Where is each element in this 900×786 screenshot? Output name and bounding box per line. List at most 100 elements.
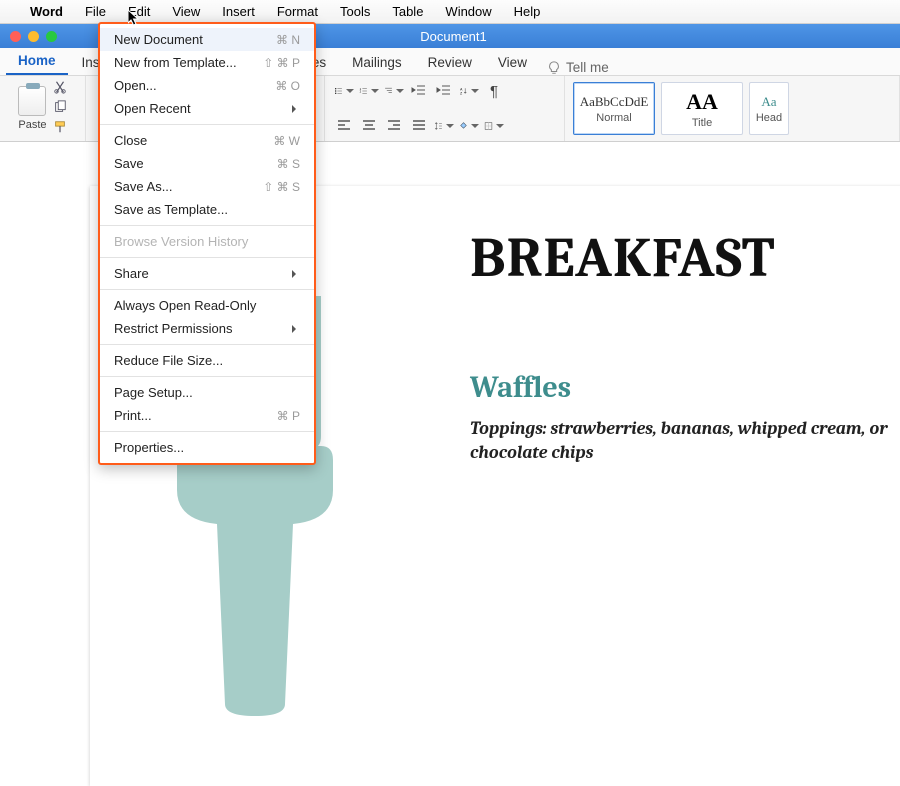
menu-item-shortcut: ⇧ ⌘ S (263, 180, 300, 194)
styles-group: AaBbCcDdE Normal AA Title Aa Head (565, 76, 900, 141)
tab-review[interactable]: Review (416, 50, 484, 75)
menu-item-shortcut: ⌘ S (277, 157, 300, 171)
menubar-app[interactable]: Word (20, 2, 73, 21)
style-name: Normal (596, 112, 631, 124)
file-menu-item[interactable]: Share (100, 262, 314, 285)
style-preview: AA (686, 89, 718, 115)
mouse-cursor-icon (128, 10, 140, 27)
menubar-insert[interactable]: Insert (212, 2, 265, 21)
file-menu-item[interactable]: Reduce File Size... (100, 349, 314, 372)
submenu-arrow-icon (292, 321, 300, 336)
menu-separator (100, 431, 314, 432)
submenu-arrow-icon (292, 101, 300, 116)
menu-separator (100, 225, 314, 226)
menubar-format[interactable]: Format (267, 2, 328, 21)
tell-me[interactable]: Tell me (547, 60, 609, 75)
file-menu-item[interactable]: New Document ⌘ N (100, 28, 314, 51)
menu-item-label: Close (114, 133, 147, 148)
file-menu-item[interactable]: Save As... ⇧ ⌘ S (100, 175, 314, 198)
menu-item-label: New Document (114, 32, 203, 47)
style-preview: AaBbCcDdE (580, 94, 649, 110)
file-menu-item: Browse Version History (100, 230, 314, 253)
dish-name: Waffles (470, 370, 900, 405)
align-left-button[interactable] (333, 115, 355, 137)
svg-text:2: 2 (360, 90, 362, 94)
menu-item-label: Restrict Permissions (114, 321, 232, 336)
paste-label: Paste (18, 119, 46, 131)
file-menu-item[interactable]: Open Recent (100, 97, 314, 120)
menu-item-shortcut: ⌘ N (276, 33, 300, 47)
menu-separator (100, 376, 314, 377)
menubar-tools[interactable]: Tools (330, 2, 380, 21)
line-spacing-button[interactable] (433, 115, 455, 137)
menubar-help[interactable]: Help (504, 2, 551, 21)
menu-separator (100, 257, 314, 258)
menu-item-shortcut: ⌘ O (275, 79, 300, 93)
file-menu-item[interactable]: Always Open Read-Only (100, 294, 314, 317)
menubar-window[interactable]: Window (435, 2, 501, 21)
borders-button[interactable] (483, 115, 505, 137)
shading-button[interactable] (458, 115, 480, 137)
numbered-list-button[interactable]: 12 (358, 80, 380, 102)
file-menu-item[interactable]: Save as Template... (100, 198, 314, 221)
file-menu-item[interactable]: Print... ⌘ P (100, 404, 314, 427)
file-menu: New Document ⌘ N New from Template...⇧ ⌘ P… (98, 22, 316, 465)
menu-item-label: Always Open Read-Only (114, 298, 256, 313)
close-window-icon[interactable] (10, 31, 21, 42)
paste-icon[interactable] (18, 86, 46, 116)
style-title[interactable]: AA Title (661, 82, 743, 135)
menu-item-label: Browse Version History (114, 234, 248, 249)
file-menu-item[interactable]: Restrict Permissions (100, 317, 314, 340)
file-menu-item[interactable]: Save⌘ S (100, 152, 314, 175)
menu-item-shortcut: ⌘ P (277, 409, 300, 423)
menubar-file[interactable]: File (75, 2, 116, 21)
style-heading[interactable]: Aa Head (749, 82, 789, 135)
menu-item-label: Share (114, 266, 149, 281)
menu-item-label: Save As... (114, 179, 173, 194)
copy-icon[interactable] (53, 100, 67, 114)
increase-indent-button[interactable] (433, 80, 455, 102)
file-menu-item[interactable]: Open...⌘ O (100, 74, 314, 97)
style-name: Title (692, 117, 712, 129)
file-menu-item[interactable]: Page Setup... (100, 381, 314, 404)
style-preview: Aa (761, 94, 776, 110)
tell-me-label: Tell me (566, 60, 609, 75)
menu-item-label: Print... (114, 408, 152, 423)
menubar-table[interactable]: Table (382, 2, 433, 21)
submenu-arrow-icon (292, 266, 300, 281)
dish-description: Toppings: strawberries, bananas, whipped… (470, 417, 890, 466)
zoom-window-icon[interactable] (46, 31, 57, 42)
file-menu-item[interactable]: Close ⌘ W (100, 129, 314, 152)
menu-item-shortcut: ⌘ W (273, 134, 300, 148)
traffic-lights (0, 31, 67, 42)
menu-separator (100, 124, 314, 125)
format-painter-icon[interactable] (53, 120, 67, 134)
tab-mailings[interactable]: Mailings (340, 50, 414, 75)
justify-button[interactable] (408, 115, 430, 137)
align-right-button[interactable] (383, 115, 405, 137)
show-marks-button[interactable]: ¶ (483, 80, 505, 102)
file-menu-item[interactable]: New from Template...⇧ ⌘ P (100, 51, 314, 74)
multilevel-list-button[interactable] (383, 80, 405, 102)
paragraph-group: 12 AZ ¶ (325, 76, 565, 141)
tab-view[interactable]: View (486, 50, 539, 75)
tab-home[interactable]: Home (6, 48, 68, 75)
menu-item-label: Reduce File Size... (114, 353, 223, 368)
menu-item-label: Page Setup... (114, 385, 193, 400)
minimize-window-icon[interactable] (28, 31, 39, 42)
align-center-button[interactable] (358, 115, 380, 137)
menu-item-label: Properties... (114, 440, 184, 455)
menu-separator (100, 289, 314, 290)
bulleted-list-button[interactable] (333, 80, 355, 102)
document-heading: BREAKFAST (470, 226, 900, 290)
clipboard-group: Paste (0, 76, 86, 141)
menubar-view[interactable]: View (162, 2, 210, 21)
decrease-indent-button[interactable] (408, 80, 430, 102)
menu-item-label: Open Recent (114, 101, 191, 116)
sort-button[interactable]: AZ (458, 80, 480, 102)
menu-item-label: New from Template... (114, 55, 237, 70)
style-name: Head (756, 112, 782, 124)
style-normal[interactable]: AaBbCcDdE Normal (573, 82, 655, 135)
file-menu-item[interactable]: Properties... (100, 436, 314, 459)
cut-icon[interactable] (53, 80, 67, 94)
